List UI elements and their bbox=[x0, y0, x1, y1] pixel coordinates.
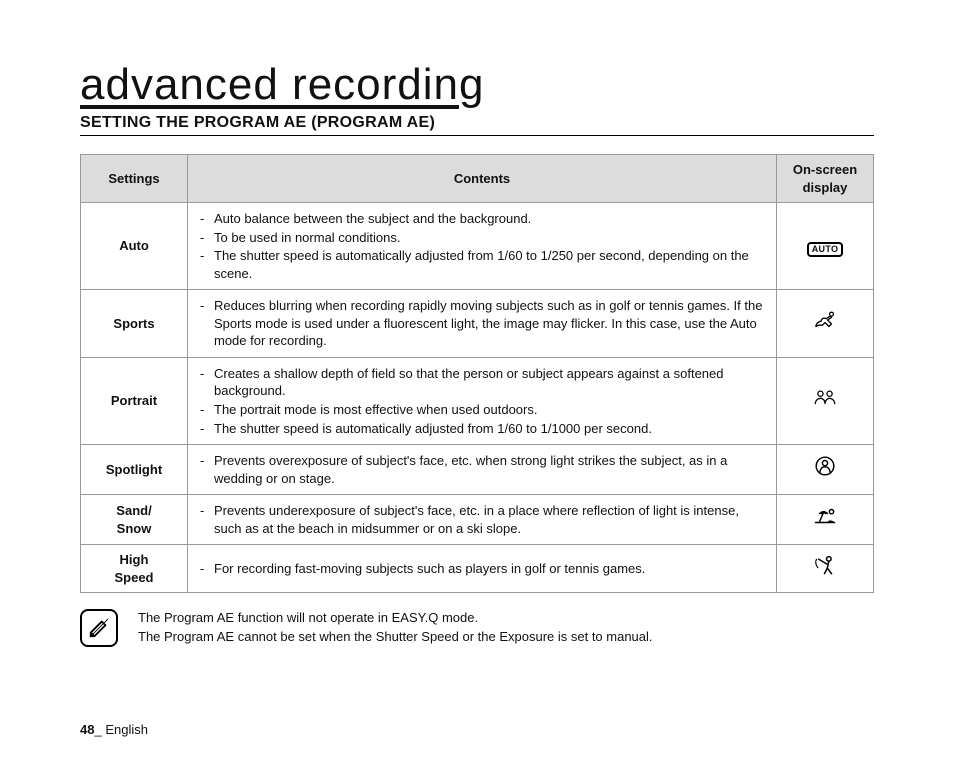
footer-sep: _ bbox=[94, 722, 105, 737]
footer-lang: English bbox=[105, 722, 148, 737]
setting-portrait-contents: Creates a shallow depth of field so that… bbox=[188, 357, 777, 444]
list-item: The portrait mode is most effective when… bbox=[196, 401, 768, 419]
note-icon bbox=[80, 609, 118, 647]
row-sandsnow: Sand/ Snow Prevents underexposure of sub… bbox=[81, 495, 874, 545]
people-icon bbox=[812, 386, 838, 408]
setting-highspeed-contents: For recording fast-moving subjects such … bbox=[188, 545, 777, 593]
pencil-note-icon bbox=[88, 617, 110, 639]
list-item: To be used in normal conditions. bbox=[196, 229, 768, 247]
list-item: For recording fast-moving subjects such … bbox=[196, 560, 768, 578]
row-highspeed: High Speed For recording fast-moving sub… bbox=[81, 545, 874, 593]
program-ae-table: Settings Contents On-screen display Auto… bbox=[80, 154, 874, 593]
setting-portrait-label: Portrait bbox=[81, 357, 188, 444]
spotlight-person-icon bbox=[812, 455, 838, 477]
running-icon bbox=[812, 309, 838, 331]
setting-sports-icon bbox=[777, 290, 874, 358]
setting-auto-icon: AUTO bbox=[777, 203, 874, 290]
row-spotlight: Spotlight Prevents overexposure of subje… bbox=[81, 445, 874, 495]
section-heading: SETTING THE PROGRAM AE (PROGRAM AE) bbox=[80, 114, 874, 136]
setting-spotlight-label: Spotlight bbox=[81, 445, 188, 495]
list-item: Reduces blurring when recording rapidly … bbox=[196, 297, 768, 350]
list-item: The shutter speed is automatically adjus… bbox=[196, 420, 768, 438]
setting-sandsnow-contents: Prevents underexposure of subject's face… bbox=[188, 495, 777, 545]
row-sports: Sports Reduces blurring when recording r… bbox=[81, 290, 874, 358]
note-block: The Program AE function will not operate… bbox=[80, 609, 874, 647]
header-contents: Contents bbox=[188, 155, 777, 203]
page-footer: 48_ English bbox=[80, 722, 148, 737]
setting-sandsnow-icon bbox=[777, 495, 874, 545]
list-item: The shutter speed is automatically adjus… bbox=[196, 247, 768, 282]
list-item: Prevents overexposure of subject's face,… bbox=[196, 452, 768, 487]
page-number: 48 bbox=[80, 722, 94, 737]
setting-auto-label: Auto bbox=[81, 203, 188, 290]
page-title: advanced recording bbox=[80, 60, 874, 110]
header-display: On-screen display bbox=[777, 155, 874, 203]
note-line: The Program AE cannot be set when the Sh… bbox=[138, 628, 653, 647]
setting-auto-contents: Auto balance between the subject and the… bbox=[188, 203, 777, 290]
list-item: Prevents underexposure of subject's face… bbox=[196, 502, 768, 537]
list-item: Auto balance between the subject and the… bbox=[196, 210, 768, 228]
manual-page: advanced recording SETTING THE PROGRAM A… bbox=[0, 0, 954, 773]
setting-spotlight-contents: Prevents overexposure of subject's face,… bbox=[188, 445, 777, 495]
row-auto: Auto Auto balance between the subject an… bbox=[81, 203, 874, 290]
list-item: Creates a shallow depth of field so that… bbox=[196, 365, 768, 400]
beach-icon bbox=[812, 505, 838, 527]
note-text: The Program AE function will not operate… bbox=[138, 609, 653, 647]
setting-highspeed-icon bbox=[777, 545, 874, 593]
setting-sports-label: Sports bbox=[81, 290, 188, 358]
setting-highspeed-label: High Speed bbox=[81, 545, 188, 593]
row-portrait: Portrait Creates a shallow depth of fiel… bbox=[81, 357, 874, 444]
golf-swing-icon bbox=[812, 554, 838, 576]
setting-sports-contents: Reduces blurring when recording rapidly … bbox=[188, 290, 777, 358]
setting-spotlight-icon bbox=[777, 445, 874, 495]
header-settings: Settings bbox=[81, 155, 188, 203]
setting-sandsnow-label: Sand/ Snow bbox=[81, 495, 188, 545]
auto-mode-icon: AUTO bbox=[807, 242, 844, 257]
setting-portrait-icon bbox=[777, 357, 874, 444]
note-line: The Program AE function will not operate… bbox=[138, 609, 653, 628]
